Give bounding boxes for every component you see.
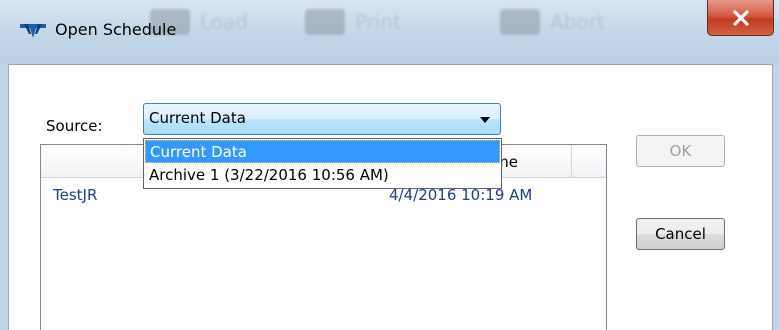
dropdown-option-archive-1[interactable]: Archive 1 (3/22/2016 10:56 AM)	[145, 164, 500, 187]
ok-button[interactable]: OK	[636, 135, 725, 167]
source-label: Source:	[46, 117, 103, 135]
background-toolbar-print: Print	[305, 0, 401, 44]
background-toolbar-label: Load	[200, 10, 248, 34]
window-frame-left	[0, 64, 8, 330]
background-toolbar-label: Print	[355, 10, 402, 34]
window-title: Open Schedule	[55, 20, 177, 39]
dropdown-option-current-data[interactable]: Current Data	[145, 140, 500, 163]
cancel-button[interactable]: Cancel	[636, 218, 725, 250]
window-frame-right	[773, 64, 779, 330]
column-divider[interactable]	[571, 145, 572, 177]
background-toolbar-label: Abort	[550, 10, 605, 34]
title-bar: Load Print Abort Open Schedule	[0, 0, 779, 64]
source-combobox[interactable]: Current Data	[143, 103, 501, 135]
source-combobox-value: Current Data	[149, 109, 246, 127]
abort-icon	[500, 9, 540, 35]
chevron-down-icon	[480, 117, 490, 123]
printer-icon	[305, 9, 345, 35]
list-item-name[interactable]: TestJR	[53, 186, 97, 204]
background-toolbar-abort: Abort	[500, 0, 605, 44]
source-dropdown-list[interactable]: Current Data Archive 1 (3/22/2016 10:56 …	[143, 138, 502, 189]
close-button[interactable]	[707, 0, 774, 36]
teledyne-logo-icon	[20, 24, 46, 38]
close-icon	[732, 9, 749, 26]
